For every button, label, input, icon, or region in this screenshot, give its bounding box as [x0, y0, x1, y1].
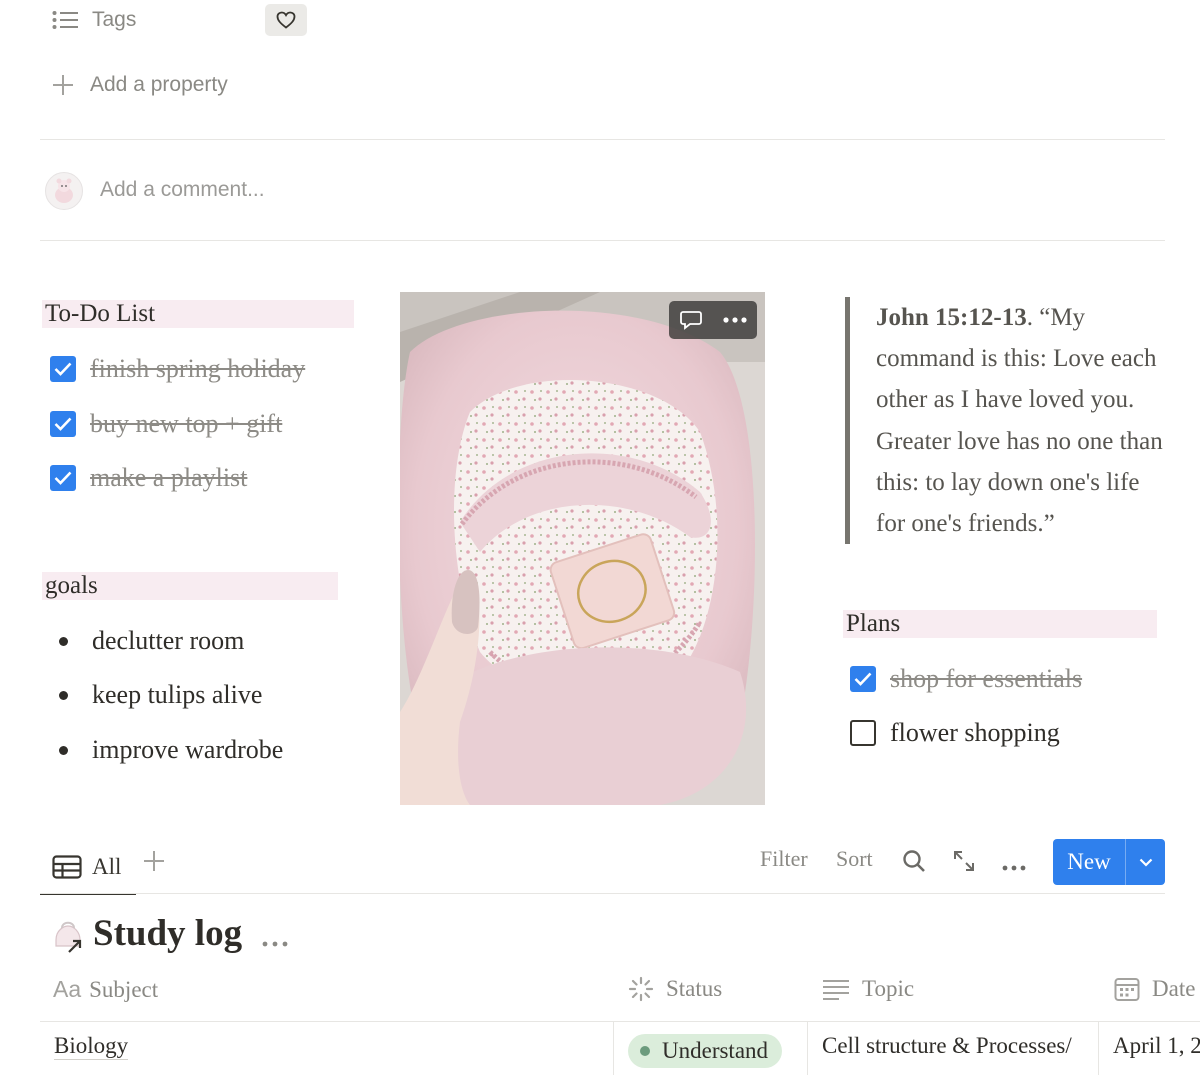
calendar-icon	[1114, 976, 1140, 1002]
tag-heart-chip[interactable]	[265, 4, 307, 36]
search-icon[interactable]	[902, 849, 926, 878]
todo-heading: To-Do List	[42, 300, 354, 328]
todo-item-label: buy new top + gift	[90, 409, 283, 438]
checkbox-checked-icon[interactable]	[850, 666, 876, 692]
list-item: improve wardrobe	[55, 735, 283, 765]
column-separator	[613, 1021, 614, 1075]
add-property-label: Add a property	[90, 73, 228, 96]
linked-db-icon	[50, 918, 88, 959]
column-header-subject[interactable]: Aa Subject	[53, 976, 158, 1003]
todo-item-label: make a playlist	[90, 463, 248, 492]
add-view-icon[interactable]	[143, 850, 165, 877]
status-label: Understand	[662, 1038, 769, 1063]
pink-pouch-photo[interactable]	[400, 292, 765, 805]
expand-icon[interactable]	[953, 850, 975, 877]
table-row-topic[interactable]: Cell structure & Processes/	[822, 1033, 1094, 1059]
todo-item[interactable]: flower shopping	[850, 718, 1060, 748]
property-tags[interactable]: Tags	[52, 6, 136, 34]
tab-all-label: All	[92, 853, 122, 879]
column-separator	[1098, 1021, 1099, 1075]
table-row-date[interactable]: April 1, 2	[1113, 1033, 1200, 1059]
header-row-divider	[40, 1021, 1200, 1022]
photo-toolbar	[669, 301, 757, 339]
column-label: Date	[1152, 976, 1196, 1001]
avatar	[45, 172, 83, 210]
checkbox-checked-icon[interactable]	[50, 411, 76, 437]
filter-button[interactable]: Filter	[760, 846, 808, 872]
plans-heading: Plans	[843, 610, 1157, 638]
goal-label: improve wardrobe	[92, 735, 284, 764]
status-badge[interactable]: Understand	[628, 1034, 783, 1068]
more-icon[interactable]	[713, 301, 757, 339]
comment-input[interactable]: Add a comment...	[100, 178, 265, 202]
bible-quote: John 15:12-13. “My command is this: Love…	[845, 297, 1165, 545]
goal-label: declutter room	[92, 626, 245, 655]
text-lines-icon	[822, 978, 850, 1000]
property-tags-label: Tags	[92, 8, 137, 31]
text-property-icon: Aa	[53, 976, 82, 1002]
divider-top	[40, 139, 1165, 140]
quote-reference: John 15:12-13	[876, 304, 1027, 331]
checkbox-checked-icon[interactable]	[50, 465, 76, 491]
column-label: Subject	[89, 976, 159, 1002]
list-item: keep tulips alive	[55, 680, 262, 710]
todo-item[interactable]: finish spring holiday	[50, 354, 305, 384]
goal-label: keep tulips alive	[92, 680, 263, 709]
plan-item-label: shop for essentials	[890, 664, 1083, 693]
column-header-date[interactable]: Date	[1114, 976, 1195, 1002]
heart-icon	[276, 11, 296, 29]
table-row-subject[interactable]: Biology	[54, 1033, 129, 1060]
column-header-status[interactable]: Status	[628, 976, 722, 1002]
column-label: Status	[666, 976, 723, 1001]
checkbox-unchecked-icon[interactable]	[850, 720, 876, 746]
new-button[interactable]: New	[1053, 839, 1165, 885]
bullet-icon	[59, 636, 68, 646]
plan-item-label: flower shopping	[890, 718, 1060, 747]
column-header-topic[interactable]: Topic	[822, 976, 914, 1002]
goals-heading: goals	[42, 572, 338, 600]
status-dot-icon	[640, 1046, 650, 1056]
new-button-label: New	[1053, 839, 1126, 885]
bullet-icon	[59, 690, 68, 700]
bullet-icon	[59, 745, 68, 755]
tab-all[interactable]: All	[40, 840, 136, 895]
column-separator	[807, 1021, 808, 1075]
status-icon	[628, 976, 654, 1002]
more-options-icon[interactable]	[1002, 858, 1026, 876]
todo-item[interactable]: make a playlist	[50, 463, 247, 493]
comment-icon[interactable]	[669, 301, 713, 339]
todo-item[interactable]: buy new top + gift	[50, 409, 282, 439]
table-icon	[52, 854, 82, 879]
database-title[interactable]: Study log	[93, 912, 242, 955]
list-item: declutter room	[55, 626, 244, 656]
chevron-down-icon[interactable]	[1126, 839, 1165, 885]
plus-icon	[52, 74, 74, 96]
todo-item[interactable]: shop for essentials	[850, 664, 1082, 694]
column-label: Topic	[862, 976, 915, 1001]
database-more-icon[interactable]	[262, 934, 288, 952]
todo-item-label: finish spring holiday	[90, 354, 306, 383]
checkbox-checked-icon[interactable]	[50, 356, 76, 382]
tab-divider	[40, 893, 1165, 894]
sort-button[interactable]: Sort	[836, 846, 873, 872]
quote-text: . “My command is this: Love each other a…	[876, 304, 1163, 538]
list-icon	[52, 10, 78, 30]
divider-comment	[40, 240, 1165, 241]
add-property-button[interactable]: Add a property	[52, 71, 228, 99]
